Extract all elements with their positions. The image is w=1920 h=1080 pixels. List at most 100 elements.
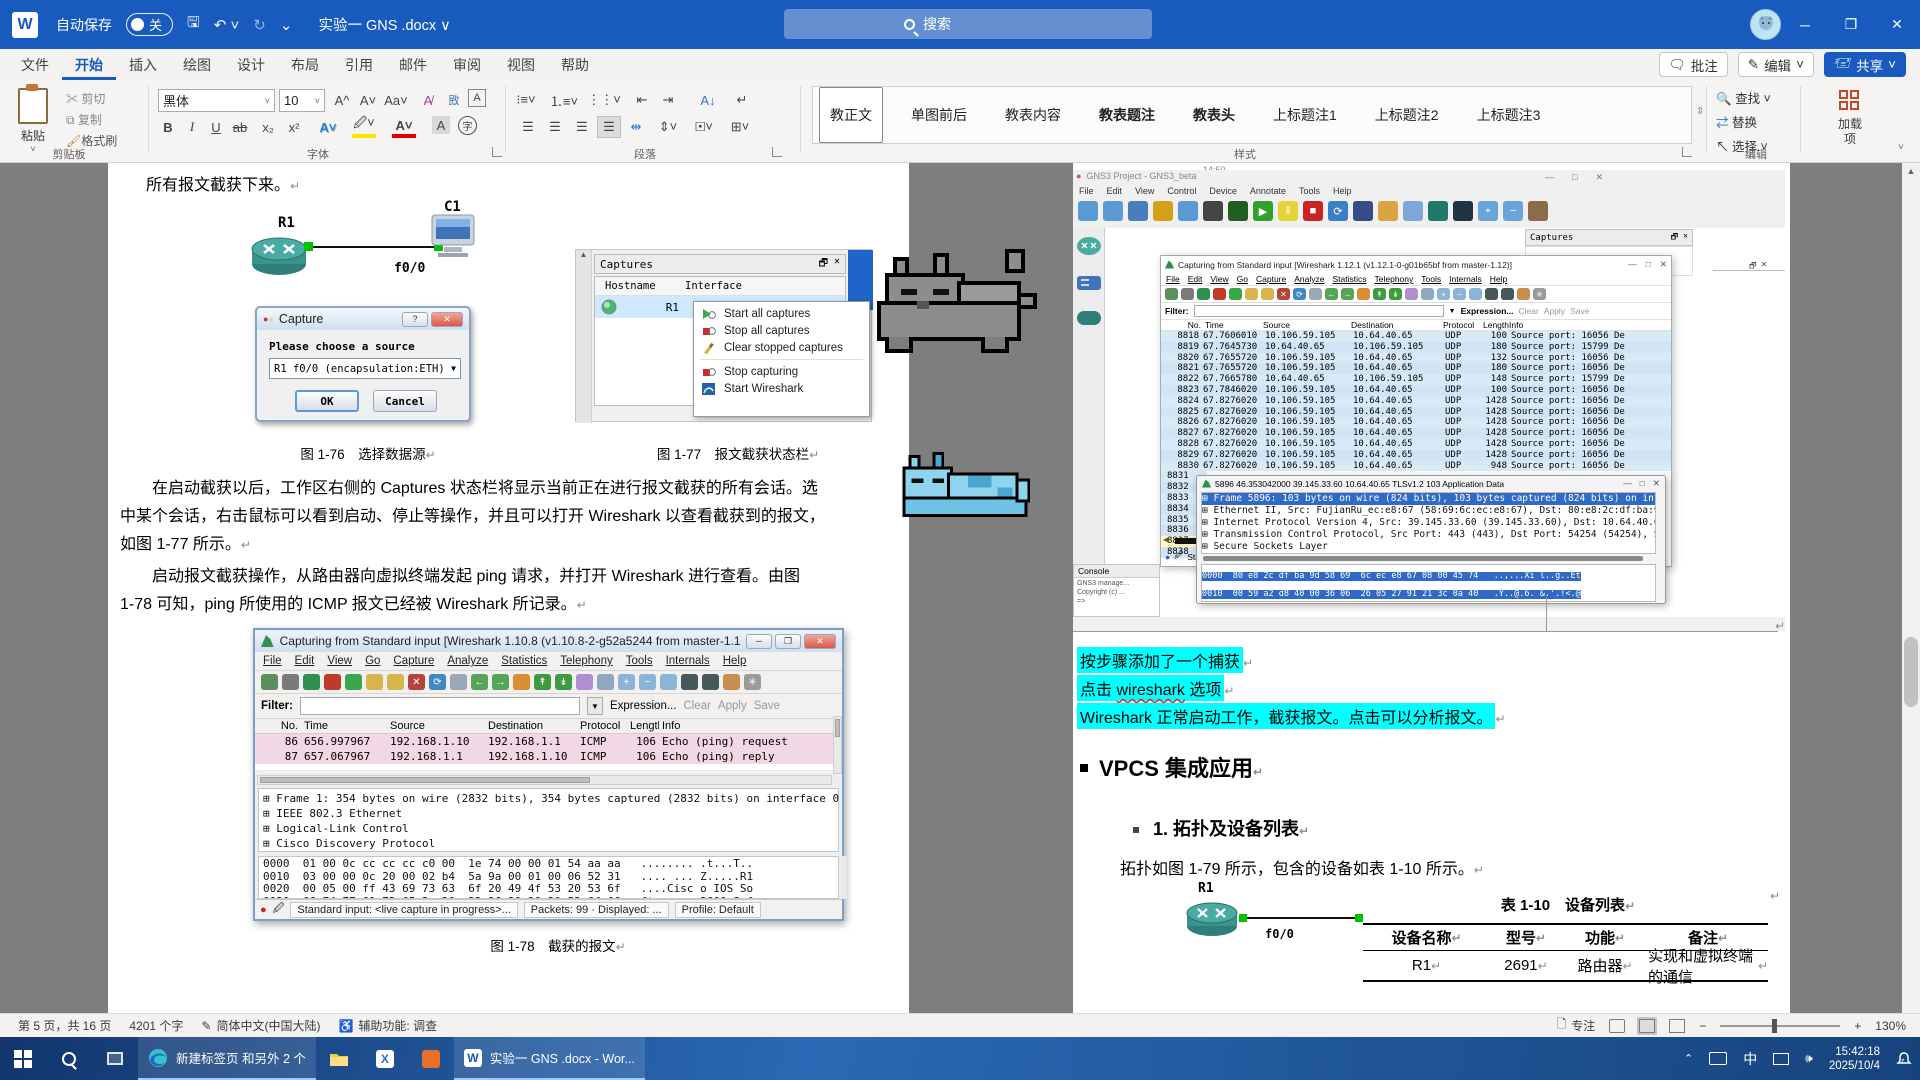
packet-row[interactable]: 882667.827602010.106.59.10510.64.40.65UD… bbox=[1161, 417, 1671, 428]
close-file-icon[interactable]: ✕ bbox=[1277, 288, 1290, 300]
web-layout-icon[interactable] bbox=[1669, 1019, 1685, 1033]
autosave-toggle[interactable]: 关 bbox=[126, 13, 173, 36]
shading-icon[interactable]: A bbox=[432, 116, 450, 134]
ribbon-tab[interactable]: 帮助 bbox=[548, 49, 602, 80]
ws-close-button[interactable]: ✕ bbox=[804, 634, 836, 649]
style-item[interactable]: 上标题注3 bbox=[1467, 87, 1551, 143]
font-color-icon[interactable]: A˅ bbox=[392, 116, 416, 138]
phonetic-guide-icon[interactable]: 敃 bbox=[442, 89, 466, 111]
document-vscrollbar[interactable]: ▲ bbox=[1902, 163, 1920, 1013]
tree-line[interactable]: ⊞ Transmission Control Protocol, Src Por… bbox=[1202, 529, 1655, 541]
popup-maximize-icon[interactable]: □ bbox=[1640, 478, 1645, 489]
start-capture-icon[interactable] bbox=[1197, 288, 1210, 300]
ws-minimize-button[interactable]: ─ bbox=[746, 634, 772, 649]
taskbar-search-button[interactable] bbox=[46, 1037, 92, 1080]
capture-dialog[interactable]: ●● Capture ? ✕ Please choose a source R1… bbox=[255, 306, 471, 422]
style-item[interactable]: 教表内容 bbox=[995, 87, 1071, 143]
save-project-icon[interactable] bbox=[1128, 201, 1148, 221]
zoom-100-icon[interactable] bbox=[660, 674, 677, 690]
decrease-indent-icon[interactable]: ⇤ bbox=[630, 89, 654, 111]
topology-icon[interactable] bbox=[1353, 201, 1373, 221]
top-icon[interactable]: ↟ bbox=[534, 674, 551, 690]
rectangle-icon[interactable] bbox=[1428, 201, 1448, 221]
open-project-icon[interactable] bbox=[1103, 201, 1123, 221]
word-count[interactable]: 4201 个字 bbox=[129, 1017, 183, 1034]
ws-menu-item[interactable]: Go bbox=[365, 655, 380, 667]
scrollbar-thumb[interactable] bbox=[1904, 637, 1918, 707]
style-item[interactable]: 单图前后 bbox=[901, 87, 977, 143]
ribbon-tab[interactable]: 设计 bbox=[224, 49, 278, 80]
start-icon[interactable]: ▶ bbox=[1253, 201, 1273, 221]
justify-icon[interactable]: ☰ bbox=[597, 116, 621, 138]
ws2-close-icon[interactable]: ✕ bbox=[1660, 259, 1667, 270]
gns3-console-dock[interactable]: Console GNS3 manage...Copyright (c) ...=… bbox=[1073, 564, 1160, 617]
font-dialog-launcher[interactable] bbox=[492, 147, 502, 157]
reload-icon[interactable]: ⟳ bbox=[1293, 288, 1306, 300]
tree-line[interactable]: ⊞ Internet Protocol Version 4, Src: 39.1… bbox=[1202, 517, 1655, 529]
ribbon-tab[interactable]: 引用 bbox=[332, 49, 386, 80]
preferences-icon[interactable]: ✳ bbox=[744, 674, 761, 690]
find-icon[interactable] bbox=[450, 674, 467, 690]
help-button[interactable]: ? bbox=[402, 312, 428, 327]
zoom-out-icon[interactable]: − bbox=[1699, 1019, 1706, 1033]
suspend-icon[interactable]: ‖ bbox=[1278, 201, 1298, 221]
goto-icon[interactable] bbox=[513, 674, 530, 690]
ws-hscrollbar[interactable] bbox=[257, 775, 832, 785]
gns3-menu-item[interactable]: Device bbox=[1209, 186, 1237, 196]
zoom-in-icon[interactable]: + bbox=[1854, 1019, 1861, 1033]
shrink-font-icon[interactable]: A˅ bbox=[356, 89, 380, 111]
float-panel-icon[interactable]: 🗗 bbox=[819, 256, 828, 273]
ribbon-tab[interactable]: 审阅 bbox=[440, 49, 494, 80]
preferences-icon[interactable]: ✳ bbox=[1533, 288, 1546, 300]
popup-hscroll[interactable] bbox=[1203, 556, 1643, 561]
change-case-icon[interactable]: Aa˅ bbox=[384, 89, 408, 111]
expression-button[interactable]: Expression... bbox=[610, 700, 676, 712]
zoom-in-icon[interactable]: + bbox=[1437, 288, 1450, 300]
start-button[interactable] bbox=[0, 1037, 46, 1080]
device-table[interactable]: 设备名称↵ 型号↵ 功能↵ 备注↵ R1↵ 2691↵ 路由器↵ 实现和虚拟终端… bbox=[1363, 923, 1768, 982]
styles-more-icon[interactable]: ⇳ bbox=[1696, 106, 1704, 117]
col-hostname[interactable]: Hostname bbox=[595, 280, 685, 292]
menu-start-all-captures[interactable]: Start all captures bbox=[694, 305, 869, 322]
gns3-maximize-icon[interactable]: □ bbox=[1572, 172, 1577, 183]
focus-mode-button[interactable]: 🗋专注 bbox=[1557, 1015, 1596, 1036]
packet-row[interactable]: 87657.067967192.168.1.1192.168.1.10ICMP1… bbox=[255, 749, 842, 764]
document-title[interactable]: 实验一 GNS .docx ∨ bbox=[318, 14, 450, 35]
close-panel-icon[interactable]: ✕ bbox=[834, 256, 840, 273]
ws2-menu-item[interactable]: Edit bbox=[1188, 274, 1203, 284]
collapse-ribbon-icon[interactable]: ˅ bbox=[1898, 142, 1904, 153]
packet-row[interactable]: 881867.760601010.106.59.10510.64.40.65UD… bbox=[1161, 331, 1671, 342]
open-file-icon[interactable] bbox=[366, 674, 383, 690]
forward-icon[interactable]: → bbox=[1341, 288, 1354, 300]
packet-row[interactable]: 882167.765572010.106.59.10510.64.40.65UD… bbox=[1161, 363, 1671, 374]
ime-indicator[interactable]: 中 bbox=[1743, 1049, 1757, 1069]
ws2-column-headers[interactable]: No.TimeSourceDestinationProtocolLengthIn… bbox=[1161, 320, 1671, 331]
gns3-menu-item[interactable]: Edit bbox=[1107, 186, 1123, 196]
ws2-menu-item[interactable]: File bbox=[1166, 274, 1180, 284]
font-size-combo[interactable]: 10˅ bbox=[279, 89, 325, 112]
ws2-menu-item[interactable]: Help bbox=[1490, 274, 1507, 284]
ws2-menu-item[interactable]: Capture bbox=[1256, 274, 1286, 284]
ws-menu-item[interactable]: File bbox=[263, 655, 282, 667]
zoom-100-icon[interactable] bbox=[1469, 288, 1482, 300]
taskbar-orange-app-button[interactable] bbox=[408, 1037, 454, 1080]
network-icon[interactable] bbox=[1773, 1053, 1789, 1065]
page-indicator[interactable]: 第 5 页，共 16 页 bbox=[18, 1017, 111, 1034]
dock2-close-icon[interactable]: ✕ bbox=[1761, 260, 1768, 274]
restart-capture-icon[interactable] bbox=[345, 674, 362, 690]
ribbon-tab[interactable]: 布局 bbox=[278, 49, 332, 80]
ws-menu-item[interactable]: Edit bbox=[295, 655, 315, 667]
reload-icon[interactable]: ⟳ bbox=[429, 674, 446, 690]
share-button[interactable]: 🖅共享 ˅ bbox=[1824, 52, 1906, 77]
capture-filters-icon[interactable] bbox=[1485, 288, 1498, 300]
ribbon-tab[interactable]: 邮件 bbox=[386, 49, 440, 80]
ws2-expression-button[interactable]: Expression... bbox=[1461, 306, 1514, 316]
display-filters-icon[interactable] bbox=[1501, 288, 1514, 300]
save-file-icon[interactable] bbox=[387, 674, 404, 690]
dock-close-icon[interactable]: ✕ bbox=[1683, 231, 1688, 245]
stop-capture-icon[interactable] bbox=[1213, 288, 1226, 300]
packet-row[interactable]: 883067.827602010.106.59.10510.64.40.65UD… bbox=[1161, 461, 1671, 472]
ws2-menu-item[interactable]: Statistics bbox=[1332, 274, 1366, 284]
ribbon-tab[interactable]: 文件 bbox=[8, 49, 62, 80]
goto-icon[interactable] bbox=[1357, 288, 1370, 300]
